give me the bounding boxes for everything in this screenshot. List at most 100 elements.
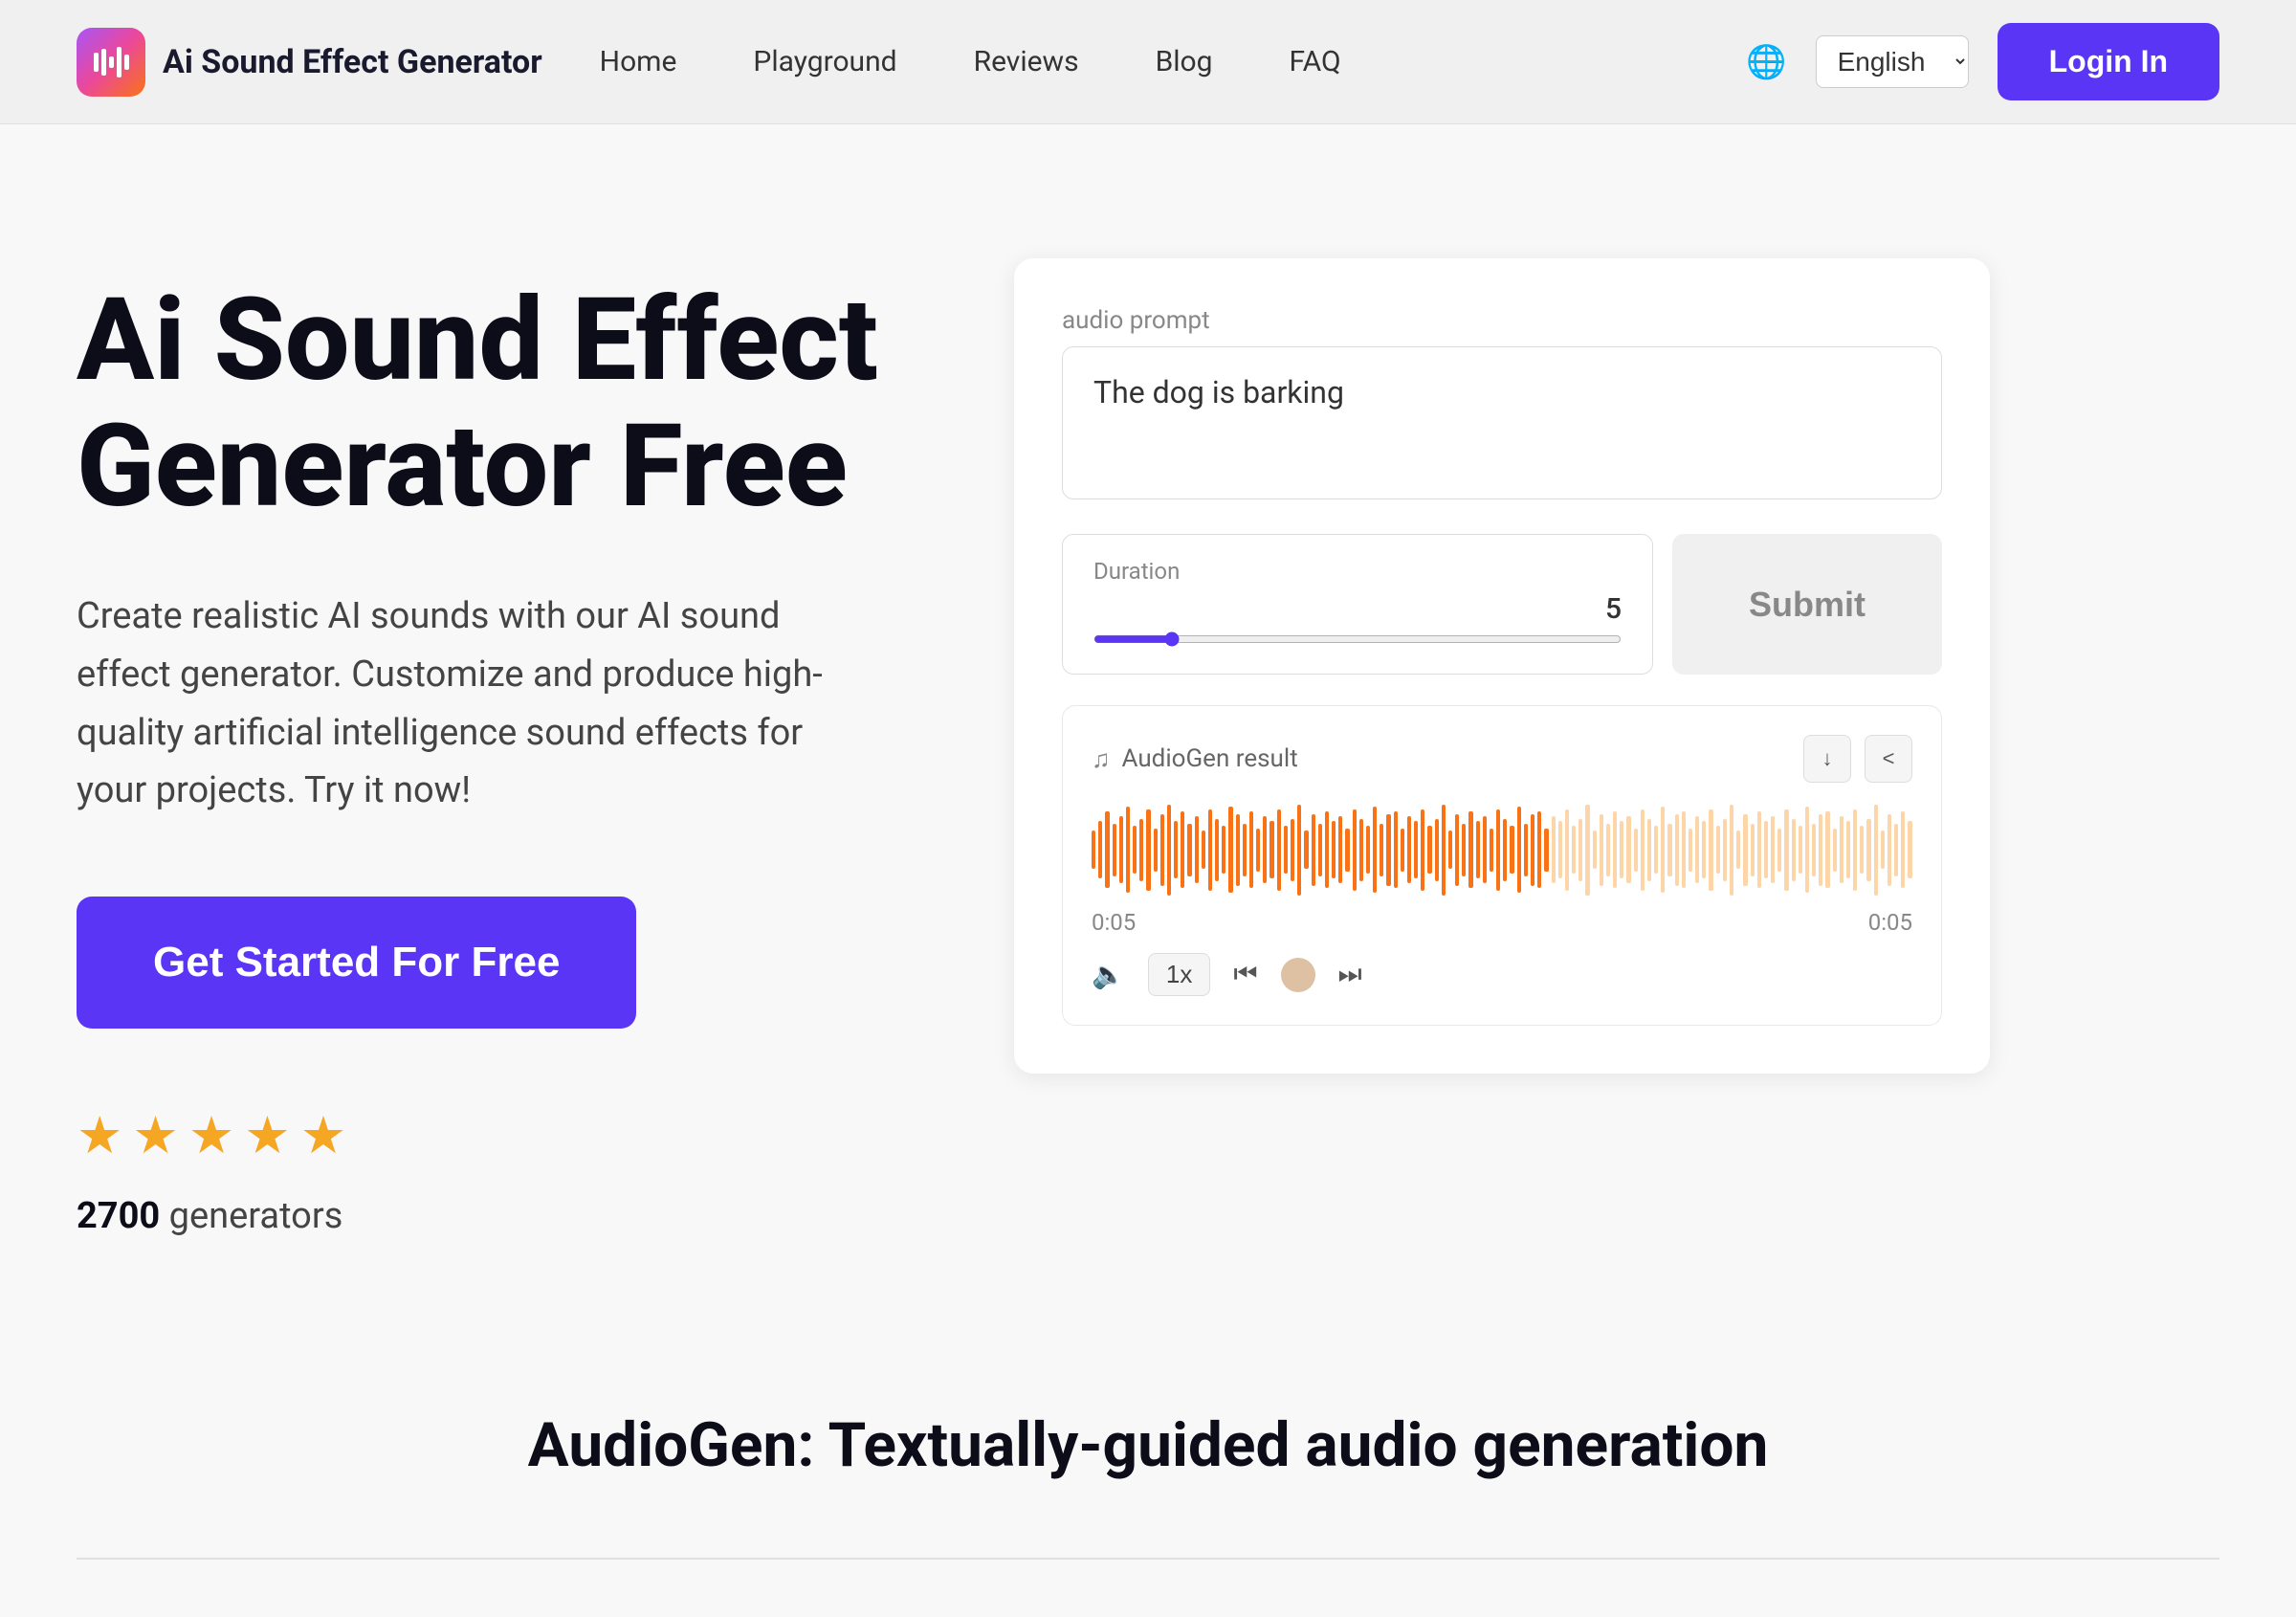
waveform-bar [1572,826,1576,874]
globe-icon[interactable]: 🌐 [1746,43,1786,81]
waveform-bar [1345,829,1349,872]
waveform-bar [1468,811,1472,888]
logo-text: Ai Sound Effect Generator [163,43,542,81]
waveform-bar [1866,819,1870,881]
waveform-bar [1113,824,1116,876]
waveform-bar [1228,807,1232,893]
forward-icon: ⏭ [1338,959,1362,990]
waveform-bar [1792,819,1796,881]
widget-card: audio prompt The dog is barking Duration… [1014,258,1990,1074]
waveform-bar [1195,816,1199,883]
speed-button[interactable]: 1x [1148,953,1210,996]
waveform-bar [1819,814,1822,886]
waveform-bar [1222,826,1225,874]
waveform-bar [1544,829,1548,872]
submit-button[interactable]: Submit [1672,534,1942,675]
waveform-bar [1723,819,1727,881]
result-actions: ↓ < [1803,735,1912,783]
waveform-bar [1565,809,1569,891]
waveform-bar [1126,807,1130,893]
waveform-bar [1154,829,1158,872]
waveform-bar [1291,819,1294,881]
waveform-bar [1716,826,1720,874]
waveform-bar [1888,814,1891,886]
waveform-bar [1160,814,1164,886]
forward-button[interactable]: ⏭ [1338,959,1362,990]
star-1: ★ [77,1105,122,1166]
waveform-bar [1284,826,1288,874]
waveform-bar [1386,814,1390,886]
waveform-bar [1442,805,1446,896]
waveform-bar [1133,826,1137,874]
waveform-bar [1874,805,1878,896]
controls-row: 🔈 1x ⏮ ⏭ [1092,953,1912,996]
result-card: ♫ AudioGen result ↓ < [1062,705,1942,1026]
waveform-bar [1249,811,1253,888]
volume-icon: 🔈 [1092,959,1125,990]
waveform-bar [1208,809,1212,891]
share-button[interactable]: < [1865,735,1912,783]
waveform-bar [1098,821,1102,878]
waveform-bar [1304,831,1308,869]
waveform-bar [1654,826,1658,874]
login-button[interactable]: Login In [1998,23,2219,100]
waveform-bar [1702,821,1706,878]
waveform-bar [1812,824,1816,876]
waveform-bar [1908,821,1911,878]
waveform-bar [1373,807,1377,893]
rewind-button[interactable]: ⏮ [1233,959,1257,990]
nav-link-faq[interactable]: FAQ [1290,45,1341,78]
hero-left: Ai Sound Effect Generator Free Create re… [77,239,938,1237]
hero-right: audio prompt The dog is barking Duration… [1014,258,1990,1074]
waveform-bar [1092,831,1095,869]
nav-link-blog[interactable]: Blog [1156,45,1213,78]
duration-slider[interactable] [1093,631,1622,647]
waveform-bar [1325,811,1329,888]
waveform-bar [1448,831,1452,869]
nav-link-reviews[interactable]: Reviews [974,45,1079,78]
waveform-bar [1757,811,1761,888]
waveform-bar [1531,814,1534,886]
waveform-bar [1600,814,1603,886]
waveform-bar [1119,816,1123,883]
hero-title: Ai Sound Effect Generator Free [77,277,938,530]
duration-field: Duration 5 [1062,534,1653,675]
waveform-bar [1407,816,1411,883]
waveform-bar [1881,831,1885,869]
waveform-bar [1661,807,1665,893]
download-button[interactable]: ↓ [1803,735,1851,783]
waveform-bar [1626,816,1630,883]
stars-row: ★ ★ ★ ★ ★ 2700 generators [77,1105,938,1237]
waveform-bar [1269,821,1273,878]
audio-prompt-input[interactable]: The dog is barking [1062,346,1942,499]
waveform-bar [1359,819,1363,881]
waveform-bar [1421,809,1424,891]
waveform-bar [1146,809,1150,891]
waveform-bar [1695,816,1699,883]
waveform-bar [1647,819,1651,881]
volume-button[interactable]: 🔈 [1092,959,1125,990]
generators-label: generators [169,1195,343,1237]
waveform-bar [1585,805,1589,896]
waveform-bar [1366,826,1370,874]
waveform-bar [1318,824,1322,876]
cursor-indicator [1281,958,1315,992]
nav-link-home[interactable]: Home [600,45,677,78]
waveform-bar [1338,816,1342,883]
nav-links: Home Playground Reviews Blog FAQ [600,45,1747,78]
waveform-bar [1524,824,1528,876]
waveform-bar [1353,809,1357,891]
waveform-bar [1462,824,1466,876]
waveform-bar [1483,816,1487,883]
waveform-bar [1215,819,1219,881]
waveform-bar [1537,811,1541,888]
get-started-button[interactable]: Get Started For Free [77,897,636,1029]
waveform-bar [1764,821,1768,878]
rewind-icon: ⏮ [1233,959,1257,990]
waveform-bar [1593,831,1597,869]
logo-area[interactable]: Ai Sound Effect Generator [77,28,542,97]
language-select[interactable]: English Spanish French German [1816,35,1969,88]
waveform-bar [1277,809,1281,891]
music-note-icon: ♫ [1092,744,1111,774]
nav-link-playground[interactable]: Playground [753,45,896,78]
